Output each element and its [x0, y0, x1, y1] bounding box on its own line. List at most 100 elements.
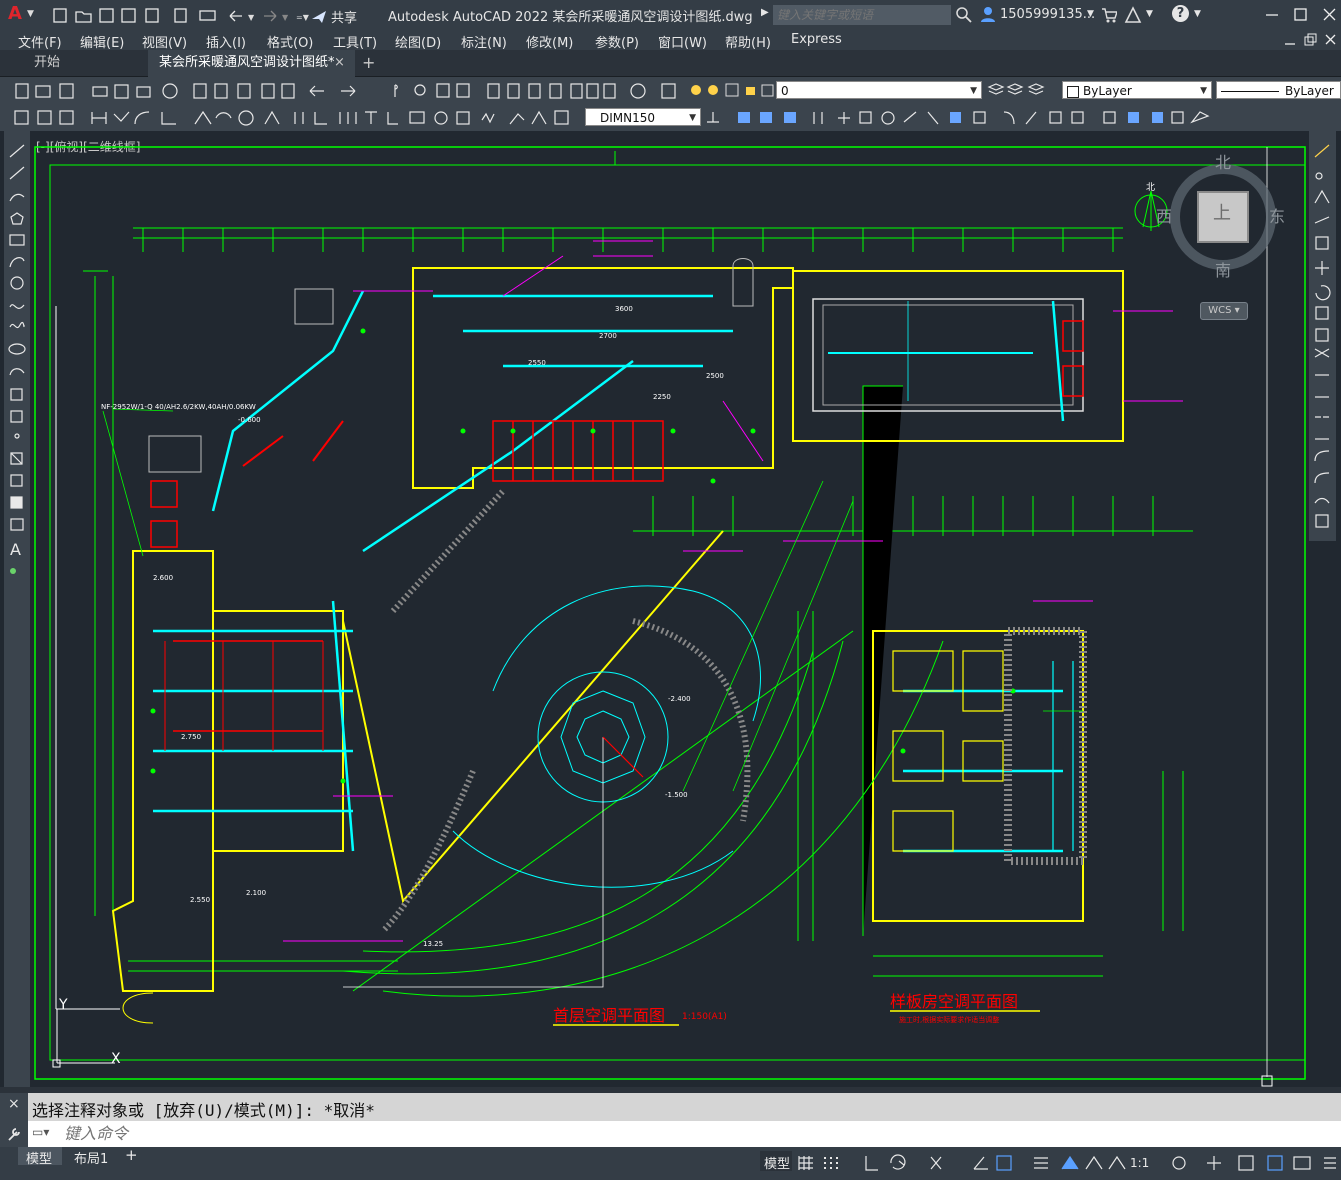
chevron-down-icon: ▼	[689, 113, 696, 123]
chevron-down-icon[interactable]: ▼	[1194, 9, 1201, 19]
help-icon[interactable]: ?	[1172, 5, 1189, 22]
menu-edit[interactable]: 编辑(E)	[80, 32, 124, 51]
color-dropdown[interactable]: ByLayer ▼	[1062, 81, 1212, 99]
search-icon[interactable]	[956, 7, 972, 23]
user-account[interactable]: 1505999135...	[1000, 7, 1095, 22]
rotate-icon	[1315, 285, 1331, 301]
viewcube-south[interactable]: 南	[1215, 257, 1231, 281]
model-space-button[interactable]: 模型	[764, 1153, 790, 1172]
annotation-scale-value: 1:1	[1130, 1156, 1149, 1170]
ucs-icon	[52, 306, 120, 1068]
grid-icon	[798, 1156, 813, 1170]
command-history: × 选择注释对象或 [放弃(U)/模式(M)]: *取消*	[0, 1093, 1341, 1147]
dimension-label: 2550	[528, 359, 546, 367]
menu-draw[interactable]: 绘图(D)	[395, 32, 441, 51]
ellipse-arc-icon	[9, 368, 25, 376]
walkway-hatch	[632, 618, 751, 822]
modify-side-icons[interactable]	[1309, 131, 1336, 531]
sample-room-outline	[872, 630, 1084, 922]
arc-icon	[9, 257, 25, 268]
menu-view[interactable]: 视图(V)	[142, 32, 187, 51]
autodesk-app-icon[interactable]	[1124, 6, 1142, 24]
dimstyle-dropdown[interactable]: DIMN150 ▼	[585, 108, 701, 126]
menu-format[interactable]: 格式(O)	[267, 32, 313, 51]
layer-value: 0	[781, 84, 789, 98]
menu-express[interactable]: Express	[791, 32, 842, 47]
menu-modify[interactable]: 修改(M)	[526, 32, 573, 51]
menu-insert[interactable]: 插入(I)	[206, 32, 246, 51]
linetype-dropdown[interactable]: ByLayer	[1216, 81, 1341, 99]
move-icon	[1315, 261, 1329, 275]
user-icon[interactable]	[980, 6, 996, 22]
new-tab-icon[interactable]: +	[362, 53, 375, 72]
pool-outline	[812, 298, 1084, 412]
share-button[interactable]: 共享	[331, 7, 357, 26]
linetype-value: ByLayer	[1285, 84, 1334, 98]
viewcube-west[interactable]: 西	[1156, 203, 1172, 227]
menu-window[interactable]: 窗口(W)	[658, 32, 707, 51]
cart-icon[interactable]	[1101, 7, 1117, 23]
mtext-icon: A	[10, 540, 21, 559]
standard-toolbar: 0 ▼ ByLayer ▼ ByLayer	[0, 77, 1341, 103]
viewcube-top[interactable]: 上	[1213, 199, 1231, 225]
close-icon[interactable]: ×	[8, 1096, 20, 1112]
dimension-label: 2500	[706, 372, 724, 380]
modify-tool-icons[interactable]	[704, 108, 1224, 128]
print-icon	[199, 10, 216, 21]
restore-icon	[1304, 36, 1314, 46]
autocad-logo-icon[interactable]: A	[8, 3, 22, 24]
add-layout-icon[interactable]: +	[125, 1146, 138, 1164]
tab-drawing[interactable]: 某会所采暖通风空调设计图纸*	[145, 50, 349, 76]
menu-parameter[interactable]: 参数(P)	[595, 32, 639, 51]
menu-tools[interactable]: 工具(T)	[333, 32, 377, 51]
drawing-window-controls[interactable]	[1282, 32, 1338, 48]
layer-dropdown[interactable]: 0 ▼	[776, 81, 982, 99]
close-tab-icon[interactable]: ×	[334, 55, 345, 70]
tab-model[interactable]: 模型	[26, 1148, 52, 1167]
quick-access-toolbar[interactable]: ▼ ▼ =▼	[50, 6, 360, 24]
elevation-label: -0.600	[238, 416, 261, 424]
dimension-tool-icons[interactable]	[10, 108, 580, 128]
chevron-down-icon[interactable]: ▼	[1087, 9, 1094, 19]
window-controls[interactable]	[1262, 6, 1341, 24]
menu-help[interactable]: 帮助(H)	[725, 32, 771, 51]
viewcube-east[interactable]: 东	[1269, 203, 1285, 227]
drawing-frame	[49, 164, 1306, 1061]
viewcube[interactable]: 北 南 东 西 上	[1156, 153, 1285, 280]
make-block-icon	[10, 410, 23, 423]
command-input[interactable]	[62, 1123, 1336, 1147]
chevron-down-icon[interactable]: ▼	[27, 9, 34, 19]
viewcube-north[interactable]: 北	[1215, 149, 1231, 173]
tab-start[interactable]: 开始	[20, 50, 74, 76]
standard-tool-icons[interactable]	[10, 81, 680, 101]
chevron-down-icon[interactable]: ▼	[1146, 9, 1153, 19]
menu-dimension[interactable]: 标注(N)	[461, 32, 507, 51]
search-input[interactable]	[773, 5, 951, 25]
window-title: Autodesk AutoCAD 2022 某会所采暖通风空调设计图纸.dwg	[388, 10, 753, 25]
title-bar: A ▼ ▼ ▼ =▼ 共享 Autodesk AutoCAD 2022 某会所采…	[0, 0, 1341, 29]
chevron-right-icon[interactable]: ▶	[761, 7, 769, 18]
command-prompt-icon[interactable]: ▭▾	[32, 1125, 49, 1139]
layer-state-icons[interactable]	[688, 82, 778, 100]
draw-tool-icons[interactable]: A	[4, 131, 30, 591]
main-plan-title: 首层空调平面图	[553, 1006, 665, 1025]
wcs-dropdown[interactable]: WCS ▾	[1200, 302, 1248, 320]
dimension-label: 13.25	[423, 940, 443, 948]
units-icon	[1238, 1155, 1254, 1171]
status-bar: 模型 布局1 + 模型 1:1	[0, 1146, 1341, 1180]
equipment-note: NF-2952W/1-Q 40/AH2.6/2KW,40AH/0.06KW	[101, 403, 256, 411]
trim-icon	[1314, 348, 1330, 358]
tab-layout1[interactable]: 布局1	[74, 1148, 108, 1167]
drawing-viewport[interactable]: [-][俯视][二维线框] NF-2952W/1-Q 40/AH2.6/2KW,…	[33, 131, 1307, 1087]
line-icon	[9, 144, 25, 158]
command-line[interactable]: ▭▾	[0, 1121, 1341, 1147]
menu-file[interactable]: 文件(F)	[18, 32, 62, 51]
layer-tool-icons[interactable]	[986, 81, 1056, 99]
status-tool-icons[interactable]: 1:1	[796, 1153, 1341, 1173]
file-tab-bar: 开始 某会所采暖通风空调设计图纸* × +	[0, 50, 1341, 78]
cad-drawing[interactable]: NF-2952W/1-Q 40/AH2.6/2KW,40AH/0.06KW -0…	[33, 131, 1307, 1087]
insert-block-icon	[10, 388, 23, 401]
wrench-icon[interactable]	[6, 1126, 22, 1142]
close-icon	[1325, 34, 1336, 45]
customize-icon	[1324, 1157, 1336, 1169]
